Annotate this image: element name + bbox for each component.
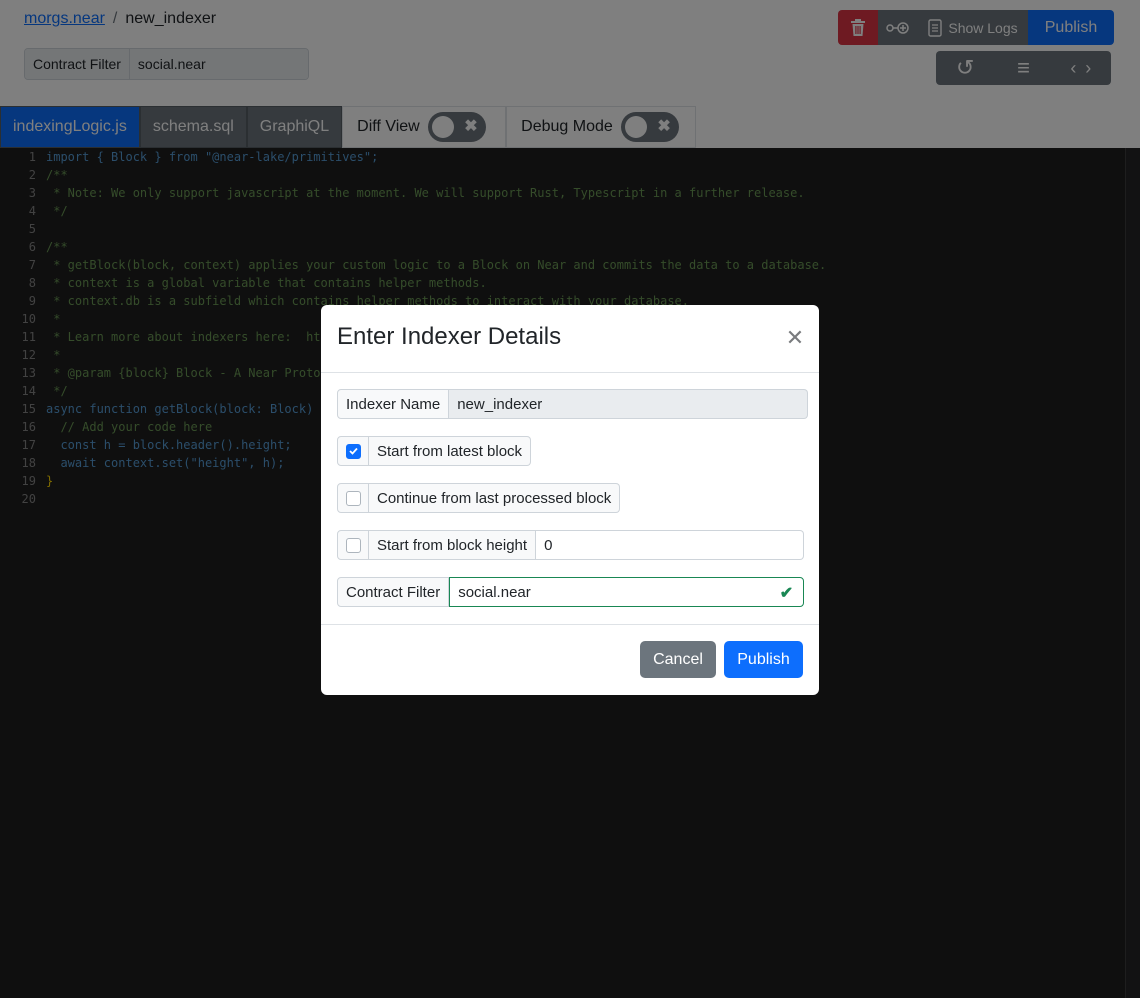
latest-block-checkbox-wrap[interactable] xyxy=(337,436,369,466)
block-height-input[interactable]: 0 xyxy=(536,530,805,560)
cancel-button[interactable]: Cancel xyxy=(640,641,716,678)
block-height-option: Start from block height 0 xyxy=(337,530,805,560)
indexer-details-modal: Enter Indexer Details ✕ Indexer Name new… xyxy=(321,305,819,695)
latest-block-label: Start from latest block xyxy=(369,436,532,466)
indexer-name-row: Indexer Name new_indexer xyxy=(337,389,809,419)
check-icon xyxy=(348,447,358,455)
publish-button[interactable]: Publish xyxy=(724,641,803,678)
block-height-checkbox-wrap[interactable] xyxy=(337,530,369,560)
modal-footer: Cancel Publish xyxy=(321,624,819,695)
block-height-label: Start from block height xyxy=(369,530,537,560)
latest-block-checkbox[interactable] xyxy=(345,443,361,459)
modal-contract-filter-value: social.near xyxy=(458,583,531,601)
continue-block-label: Continue from last processed block xyxy=(369,483,621,513)
continue-block-option: Continue from last processed block xyxy=(337,483,621,513)
modal-contract-filter-label: Contract Filter xyxy=(337,577,450,607)
modal-title: Enter Indexer Details xyxy=(337,323,562,350)
continue-block-checkbox-wrap[interactable] xyxy=(337,483,369,513)
continue-block-checkbox[interactable] xyxy=(345,490,361,506)
checkmark-icon: ✔ xyxy=(779,585,794,602)
block-height-checkbox[interactable] xyxy=(345,537,361,553)
modal-contract-filter-row: Contract Filter social.near ✔ xyxy=(337,577,805,607)
latest-block-option: Start from latest block xyxy=(337,436,532,466)
indexer-name-input[interactable]: new_indexer xyxy=(449,389,809,419)
close-icon[interactable]: ✕ xyxy=(785,327,805,349)
modal-contract-filter-input[interactable]: social.near ✔ xyxy=(449,577,805,607)
indexer-name-label: Indexer Name xyxy=(337,389,450,419)
modal-header: Enter Indexer Details ✕ xyxy=(321,305,819,373)
